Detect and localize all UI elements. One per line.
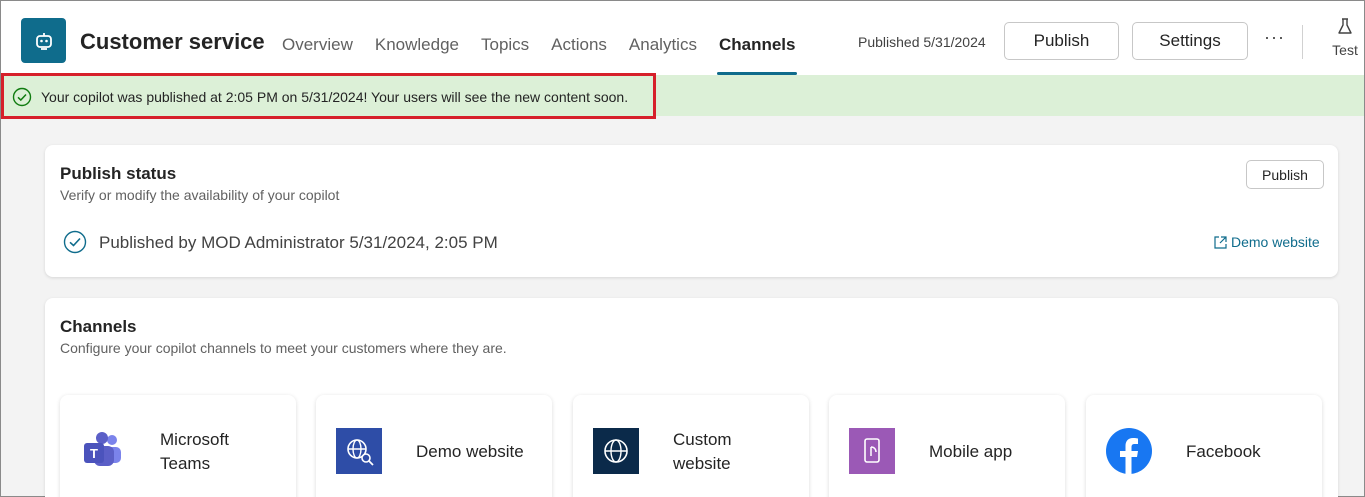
settings-button[interactable]: Settings [1132, 22, 1248, 60]
tab-actions[interactable]: Actions [551, 1, 607, 75]
publish-status-card: Publish status Verify or modify the avai… [45, 145, 1338, 277]
channel-label: Microsoft Teams [160, 428, 290, 476]
svg-text:T: T [90, 446, 98, 461]
test-label: Test [1332, 42, 1358, 58]
channel-label-line2: Teams [160, 454, 211, 473]
tab-overview[interactable]: Overview [282, 1, 353, 75]
demo-website-icon [336, 428, 382, 474]
open-external-icon [1214, 235, 1227, 249]
facebook-icon [1106, 428, 1152, 474]
channel-tile-demo-website[interactable]: Demo website [316, 395, 552, 497]
mobile-app-icon [849, 428, 895, 474]
publish-status-title: Publish status [60, 164, 177, 183]
top-header: Customer service Overview Knowledge Topi… [1, 1, 1364, 75]
test-button[interactable]: Test [1327, 17, 1363, 58]
app-title: Customer service [80, 29, 265, 54]
more-options-icon[interactable]: ··· [1264, 27, 1285, 48]
channel-label-line1: Custom [673, 430, 732, 449]
header-divider [1302, 25, 1303, 59]
tab-topics[interactable]: Topics [481, 1, 529, 75]
channels-title: Channels [60, 317, 137, 336]
globe-icon [593, 428, 639, 474]
highlight-box [1, 73, 656, 119]
teams-icon: T [84, 432, 121, 466]
publish-button[interactable]: Publish [1004, 22, 1119, 60]
channel-label: Facebook [1186, 442, 1261, 461]
channel-tile-custom-website[interactable]: Custom website [573, 395, 809, 497]
channel-tile-mobile-app[interactable]: Mobile app [829, 395, 1065, 497]
publish-status-button[interactable]: Publish [1246, 160, 1324, 189]
copilot-bot-icon[interactable] [21, 18, 66, 63]
channel-label: Demo website [416, 442, 524, 461]
publish-status-text: Published by MOD Administrator 5/31/2024… [99, 233, 498, 252]
channels-subtitle: Configure your copilot channels to meet … [60, 340, 507, 356]
main-nav: Overview Knowledge Topics Actions Analyt… [282, 1, 817, 75]
flask-icon [1338, 18, 1352, 34]
demo-website-link[interactable]: Demo website [1213, 234, 1320, 250]
channel-label: Custom website [673, 428, 803, 476]
channel-tile-teams[interactable]: T Microsoft Teams [60, 395, 296, 497]
published-date: Published 5/31/2024 [858, 34, 986, 50]
demo-website-link-label: Demo website [1231, 234, 1320, 250]
tab-knowledge[interactable]: Knowledge [375, 1, 459, 75]
publish-status-subtitle: Verify or modify the availability of you… [60, 187, 340, 203]
tab-channels[interactable]: Channels [716, 1, 798, 75]
channel-tile-facebook[interactable]: Facebook [1086, 395, 1322, 497]
channel-label-line1: Microsoft [160, 430, 229, 449]
tab-analytics[interactable]: Analytics [629, 1, 697, 75]
channels-card: Channels Configure your copilot channels… [45, 298, 1338, 497]
channel-label: Mobile app [929, 442, 1013, 461]
channel-label-line2: website [673, 454, 731, 473]
check-circle-icon [63, 230, 87, 254]
